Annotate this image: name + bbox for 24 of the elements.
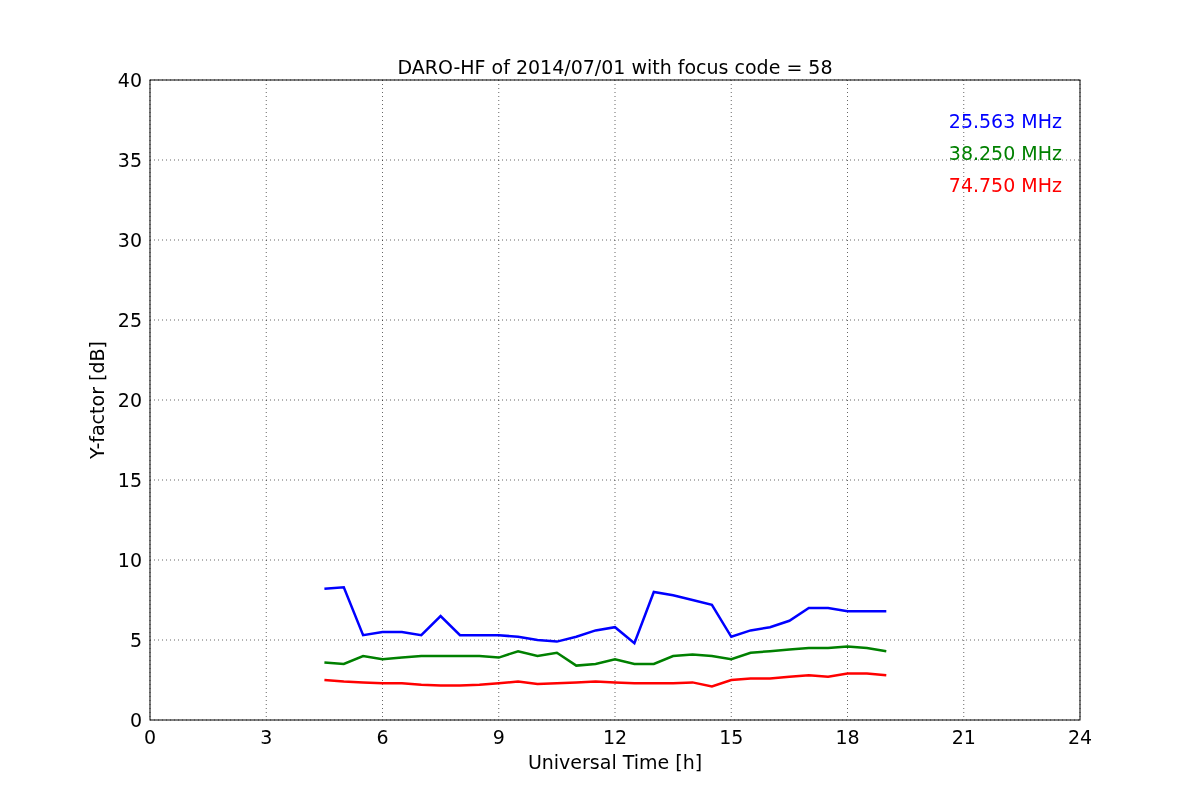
y-tick-label: 5	[129, 629, 142, 651]
legend-label: 74.750 MHz	[948, 174, 1062, 196]
y-tick-label: 10	[117, 549, 142, 571]
y-tick-label: 20	[117, 389, 142, 411]
x-tick-label: 12	[602, 726, 628, 748]
y-tick-label: 35	[117, 149, 142, 171]
y-tick-label: 30	[117, 229, 142, 251]
x-tick-label: 0	[143, 726, 157, 748]
x-tick-label: 21	[951, 726, 976, 748]
y-tick-label: 40	[117, 69, 142, 91]
y-tick-label: 15	[117, 469, 142, 491]
y-tick-label: 25	[117, 309, 142, 331]
legend-label: 38.250 MHz	[948, 142, 1062, 164]
x-tick-label: 6	[376, 726, 389, 748]
x-axis-label: Universal Time [h]	[527, 751, 703, 773]
legend-label: 25.563 MHz	[948, 110, 1062, 132]
x-tick-label: 9	[492, 726, 505, 748]
x-tick-label: 3	[260, 726, 273, 748]
x-tick-label: 15	[719, 726, 744, 748]
y-tick-label: 0	[129, 709, 142, 731]
x-tick-label: 18	[835, 726, 860, 748]
chart-title: DARO-HF of 2014/07/01 with focus code = 58	[397, 56, 833, 78]
x-tick-label: 24	[1067, 726, 1093, 748]
y-axis-label: Y-factor [dB]	[86, 341, 108, 459]
